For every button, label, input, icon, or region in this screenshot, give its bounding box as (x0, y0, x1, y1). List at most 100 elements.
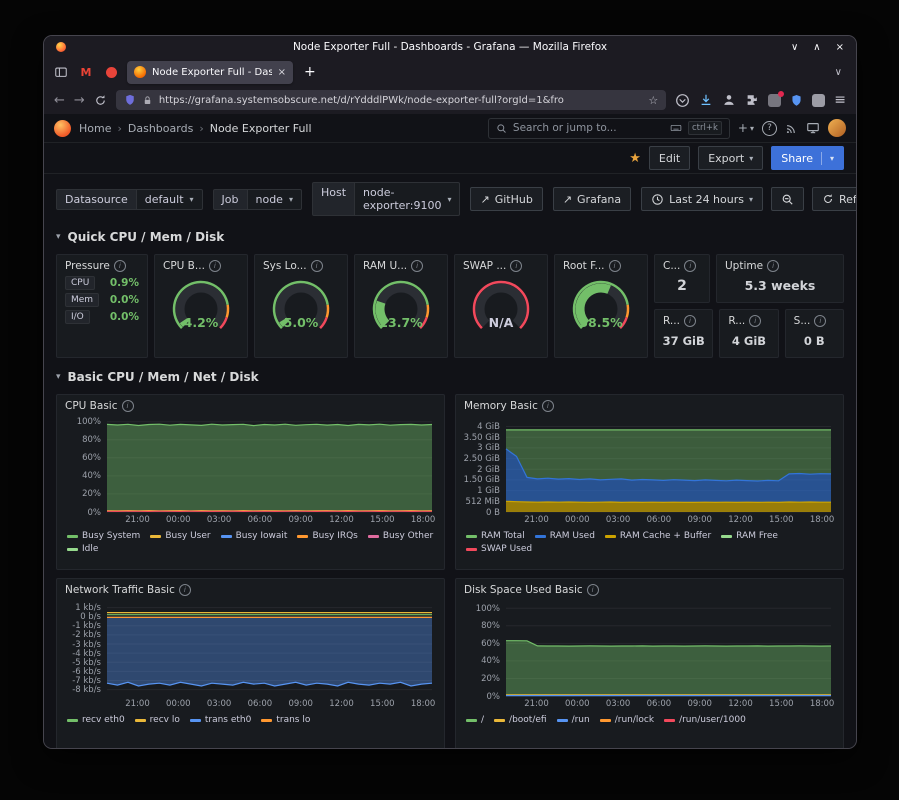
host-picker[interactable]: Host node-exporter:9100▾ (312, 182, 461, 216)
legend-item[interactable]: RAM Total (466, 530, 525, 542)
new-tab-button[interactable]: + (300, 64, 320, 80)
legend-item[interactable]: Busy User (150, 530, 210, 542)
grafana-link-button[interactable]: ↗Grafana (553, 187, 631, 211)
screen-share-button[interactable] (806, 121, 820, 135)
legend-item[interactable]: / (466, 714, 484, 726)
extension-badge-icon[interactable] (768, 94, 781, 107)
edit-button[interactable]: Edit (649, 146, 690, 170)
info-icon[interactable]: i (510, 260, 522, 272)
legend-item[interactable]: /run/user/1000 (664, 714, 746, 726)
job-picker[interactable]: Job node▾ (213, 189, 302, 210)
info-icon[interactable]: i (542, 400, 554, 412)
panel-ram-total[interactable]: R...i 4 GiB (719, 309, 778, 358)
info-icon[interactable]: i (749, 315, 761, 327)
github-link-button[interactable]: ↗GitHub (470, 187, 542, 211)
info-icon[interactable]: i (609, 260, 621, 272)
panel-cpu-busy[interactable]: CPU B...i 4.2% (154, 254, 248, 358)
network-basic-chart[interactable]: 1 kb/s0 b/s-1 kb/s-2 kb/s-3 kb/s-4 kb/s-… (61, 599, 440, 711)
info-icon[interactable]: i (411, 260, 423, 272)
legend-item[interactable]: Busy Iowait (221, 530, 288, 542)
info-icon[interactable]: i (122, 400, 134, 412)
cpu-basic-chart[interactable]: 0%20%40%60%80%100%21:0000:0003:0006:0009… (61, 415, 440, 527)
panel-swap-used[interactable]: SWAP ...i N/A (454, 254, 548, 358)
window-titlebar[interactable]: Node Exporter Full - Dashboards - Grafan… (44, 36, 856, 58)
info-icon[interactable]: i (114, 260, 126, 272)
pocket-icon[interactable] (675, 93, 690, 108)
export-button[interactable]: Export▾ (698, 146, 763, 170)
add-button[interactable]: +▾ (738, 121, 754, 135)
panel-cpu-cores[interactable]: C...i 2 (654, 254, 710, 303)
info-icon[interactable]: i (587, 584, 599, 596)
legend-item[interactable]: Idle (67, 543, 98, 555)
tracking-shield-icon[interactable] (124, 94, 136, 106)
info-icon[interactable]: i (684, 315, 696, 327)
search-input[interactable]: Search or jump to... ctrl+k (488, 118, 730, 139)
legend-item[interactable]: recv eth0 (67, 714, 125, 726)
favorite-star-icon[interactable]: ★ (629, 151, 641, 166)
legend-item[interactable]: Busy System (67, 530, 140, 542)
panel-rootfs-total[interactable]: R...i 37 GiB (654, 309, 713, 358)
legend-item[interactable]: SWAP Used (466, 543, 532, 555)
share-button[interactable]: Share▾ (771, 146, 844, 170)
legend-item[interactable]: RAM Free (721, 530, 778, 542)
account-icon[interactable] (722, 93, 736, 107)
extension-grey-icon[interactable] (812, 94, 825, 107)
bookmark-star-icon[interactable]: ☆ (648, 94, 658, 107)
window-minimize-button[interactable]: ∨ (791, 42, 798, 53)
help-button[interactable]: ? (762, 121, 777, 136)
breadcrumb-home[interactable]: Home (79, 122, 111, 135)
breadcrumb-dashboards[interactable]: Dashboards (128, 122, 193, 135)
panel-ram-used[interactable]: RAM U...i 23.7% (354, 254, 448, 358)
panel-cpu-basic[interactable]: CPU Basici 0%20%40%60%80%100%21:0000:000… (56, 394, 445, 570)
news-button[interactable] (785, 122, 798, 135)
forward-button[interactable]: → (74, 93, 85, 108)
legend-item[interactable]: trans eth0 (190, 714, 252, 726)
section-header-quick[interactable]: ▾ Quick CPU / Mem / Disk (56, 226, 844, 248)
reload-button[interactable] (94, 94, 107, 107)
time-range-picker[interactable]: Last 24 hours▾ (641, 187, 763, 211)
legend-item[interactable]: Busy Other (368, 530, 433, 542)
extensions-icon[interactable] (745, 93, 759, 107)
legend-item[interactable]: /boot/efi (494, 714, 547, 726)
info-icon[interactable]: i (814, 315, 826, 327)
legend-item[interactable]: trans lo (261, 714, 310, 726)
back-button[interactable]: ← (54, 93, 65, 108)
legend-item[interactable]: RAM Cache + Buffer (605, 530, 711, 542)
section-header-basic[interactable]: ▾ Basic CPU / Mem / Net / Disk (56, 366, 844, 388)
firefox-view-icon[interactable] (52, 63, 70, 81)
window-maximize-button[interactable]: ∧ (813, 42, 820, 53)
info-icon[interactable]: i (684, 260, 696, 272)
memory-basic-chart[interactable]: 0 B512 MiB1 GiB1.50 GiB2 GiB2.50 GiB3 Gi… (460, 415, 839, 527)
panel-sys-load[interactable]: Sys Lo...i 5.0% (254, 254, 348, 358)
menu-icon[interactable]: ≡ (834, 92, 846, 108)
legend-item[interactable]: RAM Used (535, 530, 595, 542)
extension-blue-icon[interactable] (790, 94, 803, 107)
url-bar[interactable]: https://grafana.systemsobscure.net/d/rYd… (116, 90, 666, 110)
panel-swap-total[interactable]: S...i 0 B (785, 309, 844, 358)
disk-basic-chart[interactable]: 0%20%40%60%80%100%21:0000:0003:0006:0009… (460, 599, 839, 711)
legend-item[interactable]: /run (557, 714, 590, 726)
window-close-button[interactable]: × (836, 42, 844, 53)
datasource-picker[interactable]: Datasource default▾ (56, 189, 203, 210)
info-icon[interactable]: i (767, 260, 779, 272)
info-icon[interactable]: i (311, 260, 323, 272)
tab-close-icon[interactable]: × (278, 67, 286, 78)
panel-disk-basic[interactable]: Disk Space Used Basici 0%20%40%60%80%100… (455, 578, 844, 748)
panel-memory-basic[interactable]: Memory Basici 0 B512 MiB1 GiB1.50 GiB2 G… (455, 394, 844, 570)
active-tab[interactable]: Node Exporter Full - Dashbo × (127, 61, 293, 84)
downloads-icon[interactable] (699, 93, 713, 107)
zoom-out-button[interactable] (771, 187, 804, 211)
user-avatar[interactable] (828, 119, 846, 137)
refresh-button[interactable]: Refresh1m▾ (812, 187, 856, 211)
list-tabs-icon[interactable]: ∨ (829, 67, 848, 78)
panel-pressure[interactable]: Pressurei CPU0.9% Mem0.0% I/O0.0% (56, 254, 148, 358)
pinned-tab-icon[interactable] (102, 63, 120, 81)
panel-network-basic[interactable]: Network Traffic Basici 1 kb/s0 b/s-1 kb/… (56, 578, 445, 748)
info-icon[interactable]: i (179, 584, 191, 596)
panel-uptime[interactable]: Uptimei 5.3 weeks (716, 254, 844, 303)
legend-item[interactable]: /run/lock (600, 714, 654, 726)
url-text[interactable]: https://grafana.systemsobscure.net/d/rYd… (159, 95, 643, 106)
info-icon[interactable]: i (209, 260, 221, 272)
panel-root-fs[interactable]: Root F...i 58.5% (554, 254, 648, 358)
lock-icon[interactable] (142, 95, 153, 106)
